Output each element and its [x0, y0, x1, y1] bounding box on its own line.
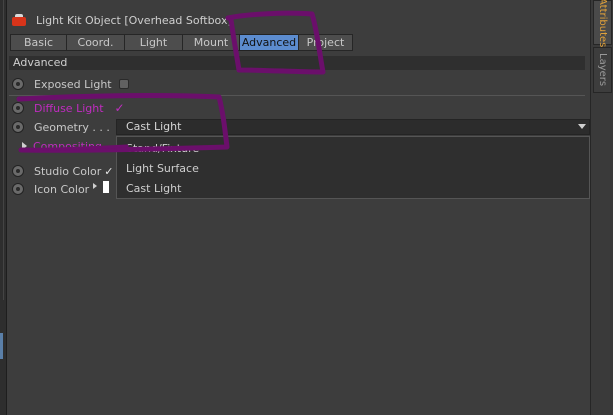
icon-color-swatch[interactable] — [103, 181, 109, 193]
light-kit-icon — [12, 14, 26, 26]
icon-color-row: Icon Color — [12, 181, 89, 197]
left-panel-handle[interactable] — [0, 333, 3, 359]
tab-basic[interactable]: Basic — [10, 34, 67, 51]
section-header-advanced: Advanced — [9, 56, 585, 70]
animate-radio-icon[interactable] — [12, 102, 24, 114]
chevron-down-icon — [578, 124, 586, 129]
compositing-label: Compositing — [33, 139, 102, 153]
tab-mount[interactable]: Mount — [182, 34, 240, 51]
tab-bar: Basic Coord. Light Mount Advanced Projec… — [10, 34, 353, 51]
tab-coord[interactable]: Coord. — [66, 34, 125, 51]
geometry-dropdown-menu: Stand/Fixture Light Surface Cast Light — [116, 136, 590, 199]
studio-color-row: Studio Color ✓ — [12, 163, 113, 179]
studio-color-label: Studio Color — [34, 164, 102, 178]
geometry-select[interactable]: Cast Light — [116, 119, 590, 135]
geometry-selected-value: Cast Light — [126, 120, 182, 133]
edge-line — [3, 0, 4, 300]
exposed-light-label: Exposed Light — [34, 77, 112, 91]
animate-radio-icon[interactable] — [12, 78, 24, 90]
tab-light[interactable]: Light — [124, 34, 183, 51]
animate-radio-icon[interactable] — [12, 121, 24, 133]
diffuse-light-label: Diffuse Light — [34, 101, 104, 115]
diffuse-light-row: Diffuse Light ✓ — [12, 100, 125, 116]
object-title-row: Light Kit Object [Overhead Softbox] — [12, 11, 232, 29]
animate-radio-icon[interactable] — [12, 183, 24, 195]
option-stand-fixture[interactable]: Stand/Fixture — [126, 142, 199, 155]
tab-advanced[interactable]: Advanced — [239, 34, 299, 51]
compositing-group[interactable]: Compositing — [12, 139, 102, 153]
diffuse-light-checkmark[interactable]: ✓ — [115, 101, 125, 115]
attributes-panel: Light Kit Object [Overhead Softbox] Basi… — [7, 0, 590, 415]
layers-tab[interactable]: Layers — [593, 47, 612, 93]
animate-radio-icon[interactable] — [12, 165, 24, 177]
geometry-label: Geometry . . . — [34, 120, 110, 134]
expand-triangle-icon[interactable] — [22, 142, 27, 150]
exposed-light-checkbox[interactable] — [118, 79, 129, 89]
tab-project[interactable]: Project — [298, 34, 353, 51]
icon-color-expand-icon[interactable] — [93, 183, 97, 189]
object-title: Light Kit Object [Overhead Softbox] — [36, 13, 232, 27]
separator — [9, 95, 585, 96]
icon-color-label: Icon Color — [34, 182, 90, 196]
exposed-light-row: Exposed Light — [12, 76, 129, 92]
left-panel-edge — [0, 0, 7, 415]
geometry-row: Geometry . . . — [12, 119, 110, 135]
right-tab-strip: Attributes Layers — [590, 0, 613, 415]
option-light-surface[interactable]: Light Surface — [126, 162, 199, 175]
option-cast-light[interactable]: Cast Light — [126, 182, 181, 195]
studio-color-checkmark[interactable]: ✓ — [104, 165, 113, 178]
attributes-tab[interactable]: Attributes — [593, 0, 612, 47]
